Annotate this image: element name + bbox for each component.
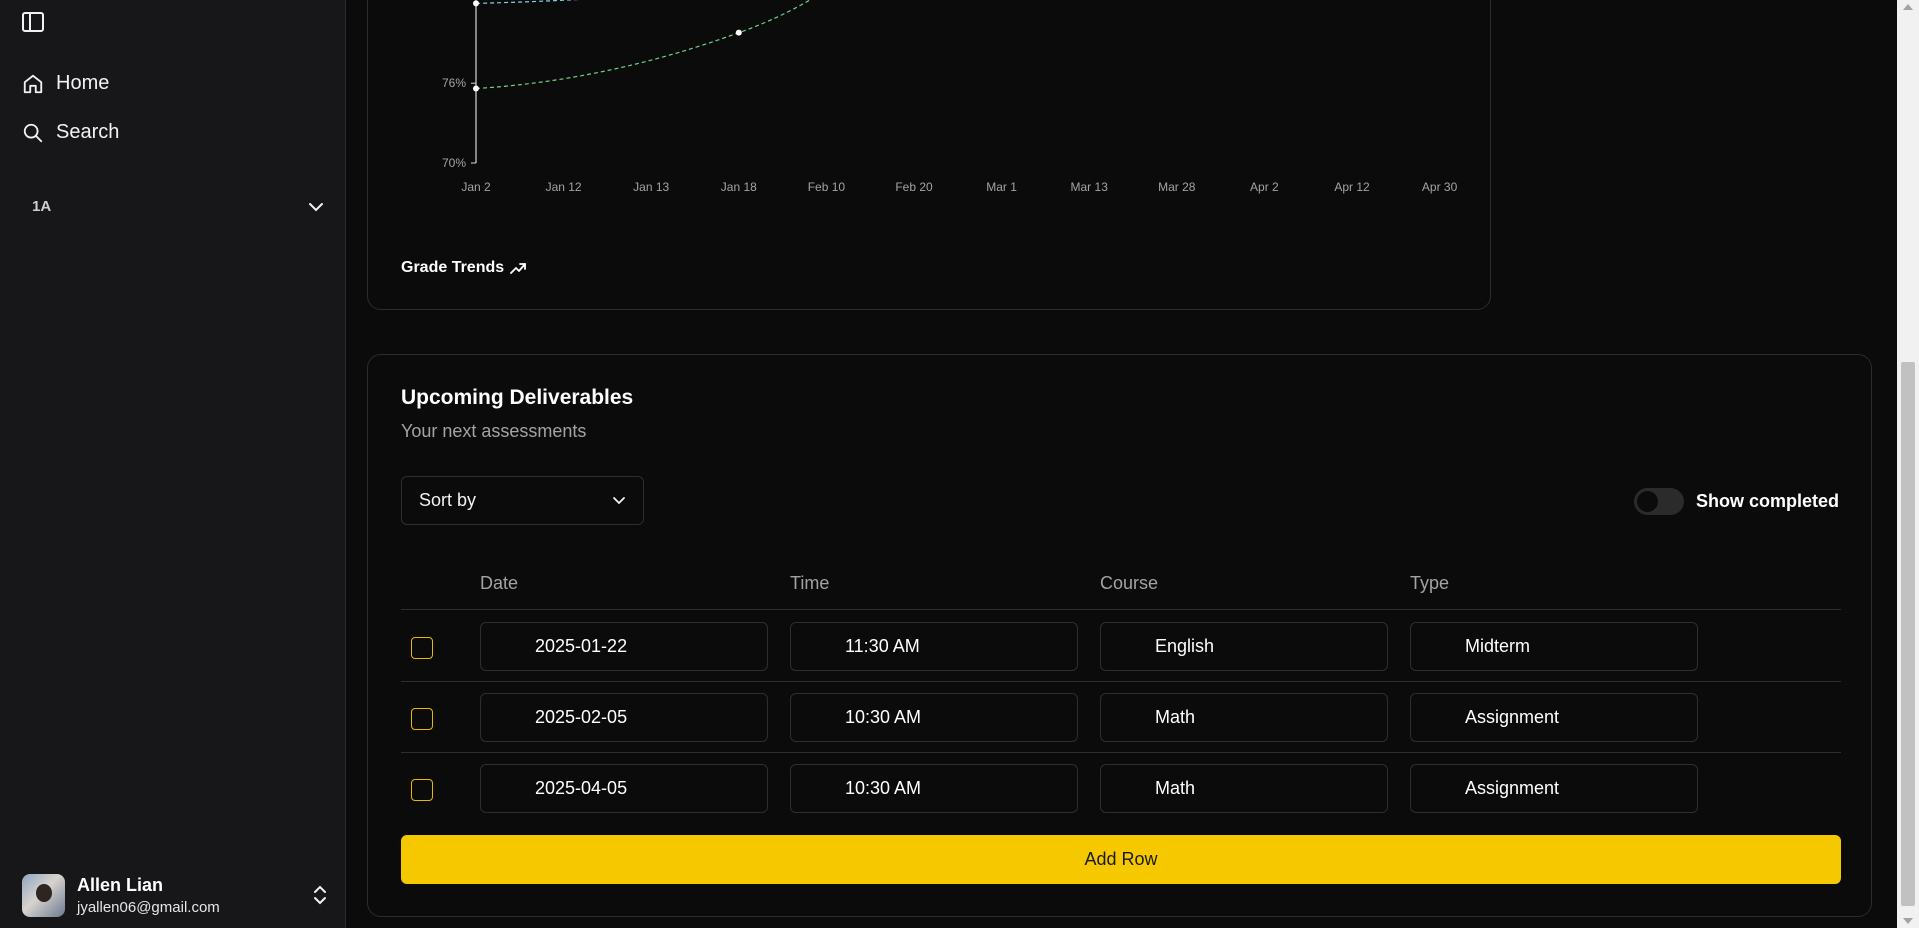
grade-trends-chart: 70% 76% Jan 2 Jan 12 Jan 13 Jan 18 Feb 10 Feb 2… [442,0,1458,194]
scroll-thumb[interactable] [1901,362,1915,906]
row-checkbox[interactable] [411,708,433,730]
course-cell[interactable]: Math [1100,693,1388,742]
nav-label-search: Search [56,121,120,143]
column-header-time: Time [790,573,830,593]
deliverables-title: Upcoming Deliverables [401,386,634,409]
x-tick-label: Mar 28 [1158,180,1196,194]
user-menu[interactable]: Allen Lian jyallen06@gmail.com [22,870,327,920]
date-cell[interactable]: 2025-02-05 [480,693,768,742]
x-tick-label: Apr 12 [1334,180,1370,194]
nav-item-search[interactable]: Search [22,121,119,144]
x-tick-label: Feb 20 [895,180,933,194]
x-tick-label: Feb 10 [808,180,846,194]
type-cell[interactable]: Assignment [1410,764,1698,813]
page-scrollbar[interactable] [1897,0,1919,928]
series-point [473,85,479,92]
x-tick-label: Jan 18 [721,180,757,194]
x-tick-label: Mar 1 [986,180,1017,194]
nav-item-home[interactable]: Home [22,72,109,95]
table-row: 2025-02-05 10:30 AM Math Assignment [401,682,1841,753]
y-tick-label: 70% [442,156,466,170]
row-checkbox[interactable] [411,637,433,659]
show-completed-control: Show completed [1633,488,1839,515]
date-cell[interactable]: 2025-01-22 [480,622,768,671]
x-tick-label: Jan 13 [633,180,669,194]
sidebar-group-1a[interactable]: 1A [32,198,324,215]
scroll-up-arrow-icon[interactable] [1903,4,1913,10]
chevron-down-icon [309,202,323,211]
x-tick-label: Jan 2 [461,180,491,194]
x-tick-label: Jan 12 [546,180,582,194]
add-row-button[interactable]: Add Row [401,835,1841,884]
scroll-down-arrow-icon[interactable] [1903,918,1913,924]
sidebar: Home Search 1A Allen Lian jyallen06@gmai… [0,0,346,928]
search-icon [23,123,43,142]
series-line-1 [475,0,580,4]
time-cell[interactable]: 10:30 AM [790,764,1078,813]
series-point [735,29,742,36]
nav-label-home: Home [56,72,110,94]
row-checkbox[interactable] [411,779,433,801]
deliverables-subtitle: Your next assessments [401,421,587,441]
user-email: jyallen06@gmail.com [77,898,220,916]
table-header: Date Time Course Type [401,563,1841,610]
grade-trends-label: Grade Trends [401,259,505,276]
course-cell[interactable]: Math [1100,764,1388,813]
table-row: 2025-04-05 10:30 AM Math Assignment [401,753,1841,824]
main-content: 70% 76% Jan 2 Jan 12 Jan 13 Jan 18 Feb 10 Feb 2… [347,0,1897,928]
grade-trends-title: Grade Trends [401,259,527,277]
type-cell[interactable]: Midterm [1410,622,1698,671]
trending-up-icon [510,263,527,274]
upcoming-deliverables-card: Upcoming Deliverables Your next assessme… [367,354,1872,917]
course-cell[interactable]: English [1100,622,1388,671]
sort-by-select[interactable]: Sort by [401,476,644,525]
series-point [473,0,479,7]
grade-trends-card: 70% 76% Jan 2 Jan 12 Jan 13 Jan 18 Feb 10 Feb 2… [367,0,1491,310]
type-cell[interactable]: Assignment [1410,693,1698,742]
x-tick-label: Mar 13 [1071,180,1109,194]
show-completed-label: Show completed [1695,491,1839,511]
y-tick-label: 76% [442,76,466,90]
group-label: 1A [32,198,52,215]
column-header-course: Course [1100,573,1159,593]
show-completed-toggle[interactable] [1633,488,1684,515]
sort-by-label: Sort by [419,490,477,510]
x-tick-label: Apr 30 [1422,180,1458,194]
date-cell[interactable]: 2025-04-05 [480,764,768,813]
avatar [22,873,65,917]
column-header-type: Type [1410,573,1450,593]
time-cell[interactable]: 11:30 AM [790,622,1078,671]
time-cell[interactable]: 10:30 AM [790,693,1078,742]
column-header-date: Date [480,573,519,593]
series-line-2 [475,0,811,90]
x-tick-label: Apr 2 [1250,180,1279,194]
home-icon [23,74,43,93]
sidebar-toggle-icon[interactable] [22,12,44,32]
user-name: Allen Lian [77,874,164,895]
table-row: 2025-01-22 11:30 AM English Midterm [401,611,1841,682]
chevron-up-down-icon [314,885,326,905]
chevron-down-icon [613,497,625,505]
